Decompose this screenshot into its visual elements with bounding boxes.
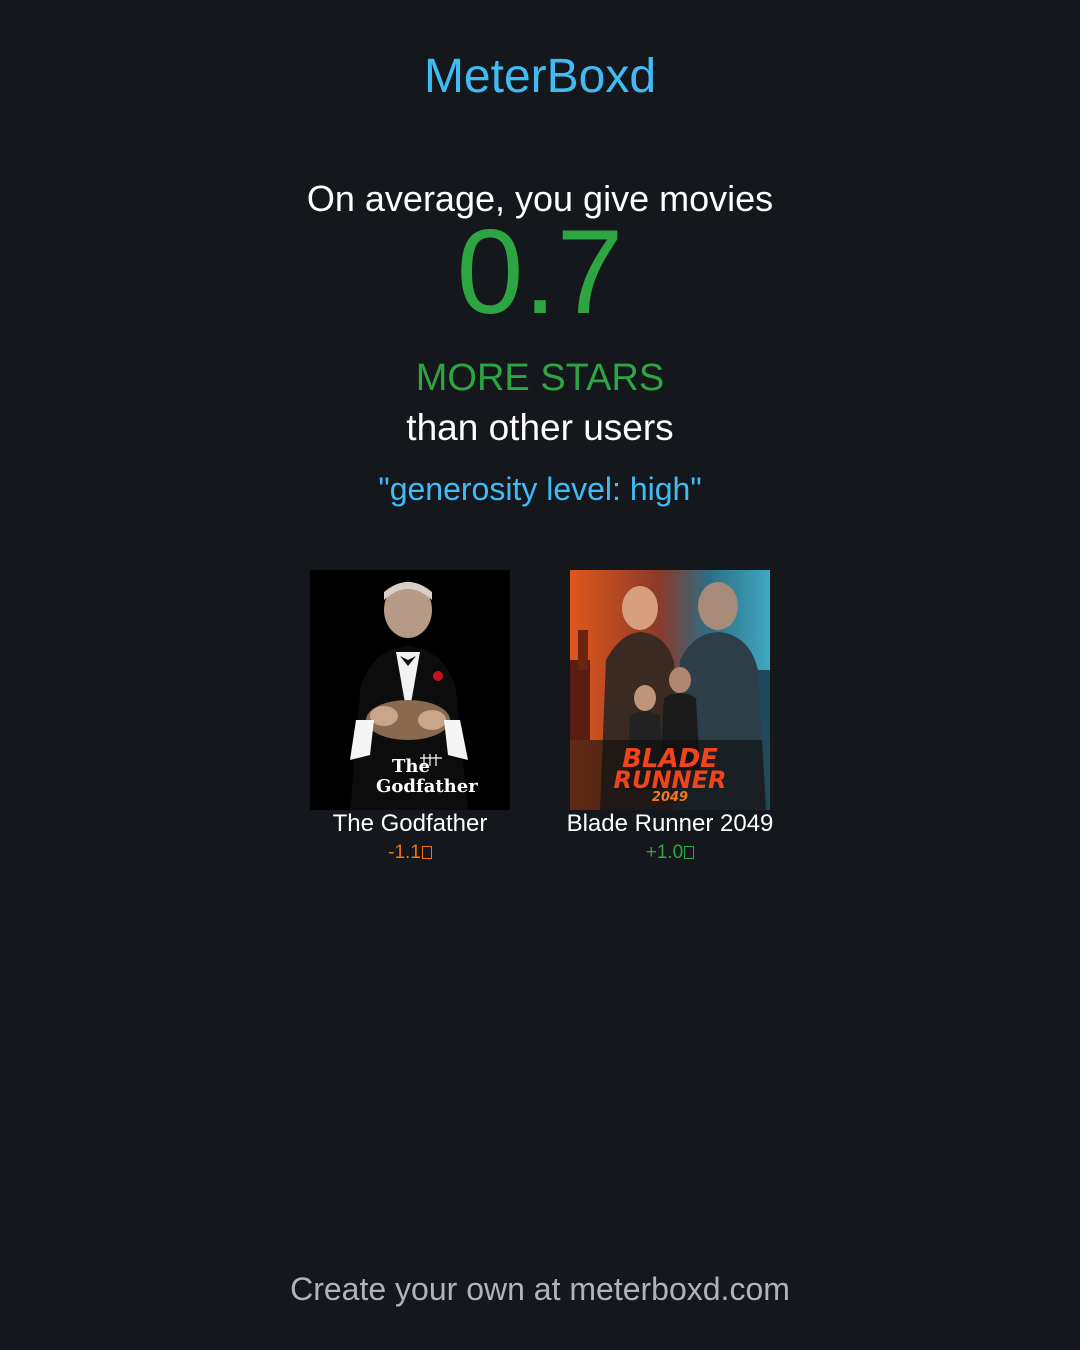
godfather-poster-art: The Godfather bbox=[310, 570, 510, 810]
delta-value: +1.0 bbox=[645, 842, 684, 863]
generosity-quote: "generosity level: high" bbox=[378, 471, 702, 507]
movie-poster[interactable]: The Godfather bbox=[310, 570, 510, 810]
brand-title: MeterBoxd bbox=[423, 50, 657, 103]
movie-card-blade-runner-2049[interactable]: BLADE RUNNER 2049 Blade Runner 2049 +1.0 bbox=[567, 570, 773, 864]
movie-title: The Godfather bbox=[332, 810, 488, 837]
direction-label: MORE STARS bbox=[415, 357, 665, 399]
movie-rating-delta: -1.1 bbox=[310, 842, 510, 864]
delta-value: -1.1 bbox=[388, 842, 421, 863]
movie-title: Blade Runner 2049 bbox=[566, 810, 774, 837]
poster-title-line-2: Godfather bbox=[376, 776, 478, 797]
star-icon bbox=[684, 846, 695, 859]
star-icon bbox=[421, 846, 432, 859]
movie-card-godfather[interactable]: The Godfather The Godfather -1.1 bbox=[310, 570, 510, 864]
footer-cta[interactable]: Create your own at meterboxd.com bbox=[0, 1270, 1080, 1308]
average-difference-value: 0.7 bbox=[456, 205, 624, 339]
comparison-text: than other users bbox=[406, 407, 674, 448]
poster-title-line-3: 2049 bbox=[652, 790, 688, 805]
movie-poster[interactable]: BLADE RUNNER 2049 bbox=[570, 570, 770, 810]
blade-runner-poster-art: BLADE RUNNER 2049 bbox=[570, 570, 770, 810]
share-card: MeterBoxd On average, you give movies 0.… bbox=[0, 0, 1080, 1350]
movie-rating-delta: +1.0 bbox=[570, 842, 770, 864]
